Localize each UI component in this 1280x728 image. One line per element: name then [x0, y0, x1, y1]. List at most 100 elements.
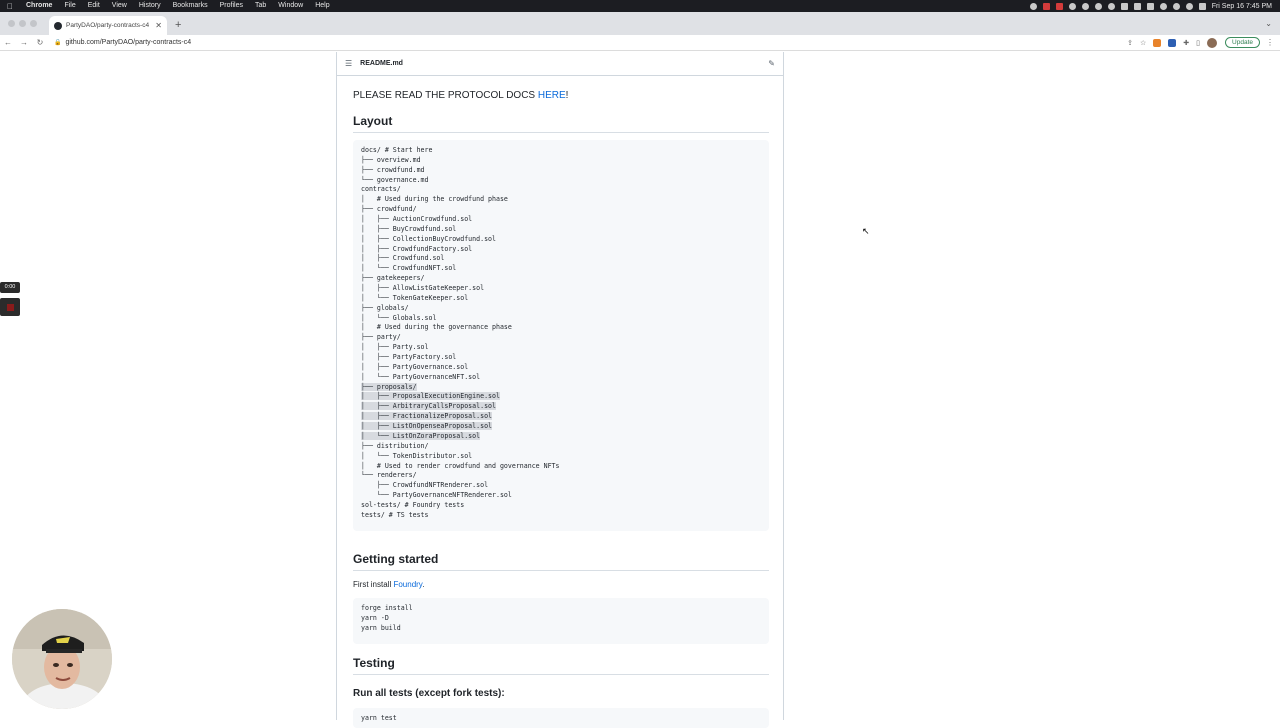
- tree-line-text: ├── overview.md: [361, 155, 421, 164]
- code-line: yarn -D: [361, 613, 389, 622]
- tree-line-text: │ ├── ProposalExecutionEngine.sol: [361, 392, 500, 401]
- menu-view[interactable]: View: [106, 0, 133, 12]
- tab-search-icon[interactable]: ⌄: [1257, 12, 1280, 35]
- side-panel-icon[interactable]: ▯: [1196, 39, 1200, 47]
- edit-pencil-icon[interactable]: ✎: [768, 59, 775, 68]
- cloud-status-icon[interactable]: [1107, 2, 1115, 10]
- control-center-icon[interactable]: [1198, 2, 1206, 10]
- reload-icon[interactable]: ↻: [32, 38, 48, 47]
- screen-status-icon[interactable]: [1146, 2, 1154, 10]
- tree-line: docs/ # Start here: [361, 146, 761, 156]
- tree-line: │ └── ListOnZoraProposal.sol: [361, 431, 761, 442]
- wifi-icon[interactable]: [1172, 2, 1180, 10]
- menu-help[interactable]: Help: [309, 0, 335, 12]
- puzzle-extensions-icon[interactable]: ✚: [1183, 39, 1189, 47]
- tree-line: ├── gatekeepers/: [361, 274, 761, 284]
- new-tab-button[interactable]: +: [167, 16, 189, 35]
- menu-window[interactable]: Window: [272, 0, 309, 12]
- share-icon[interactable]: ⇪: [1127, 39, 1133, 47]
- zoom-window-button[interactable]: [30, 20, 37, 27]
- macos-menubar:  Chrome File Edit View History Bookmark…: [0, 0, 1280, 12]
- update-button[interactable]: Update: [1225, 37, 1260, 48]
- tree-line-text: ├── crowdfund.md: [361, 165, 425, 174]
- docs-here-link[interactable]: HERE: [538, 90, 566, 101]
- back-arrow-icon[interactable]: ←: [0, 38, 16, 47]
- code-line: yarn build: [361, 623, 401, 632]
- shield-status-icon[interactable]: [1042, 2, 1050, 10]
- tree-line: │ ├── FractionalizeProposal.sol: [361, 412, 761, 422]
- address-bar[interactable]: 🔒 github.com/PartyDAO/party-contracts-c4: [54, 36, 1121, 49]
- menu-bookmarks[interactable]: Bookmarks: [167, 0, 214, 12]
- browser-toolbar: ← → ↻ 🔒 github.com/PartyDAO/party-contra…: [0, 35, 1280, 51]
- search-status-icon[interactable]: [1185, 2, 1193, 10]
- menu-edit[interactable]: Edit: [82, 0, 106, 12]
- stop-recording-button[interactable]: [0, 298, 20, 316]
- menu-profiles[interactable]: Profiles: [214, 0, 249, 12]
- recording-status-icon[interactable]: [1055, 2, 1063, 10]
- menubar-clock[interactable]: Fri Sep 16 7:45 PM: [1212, 3, 1272, 10]
- menu-history[interactable]: History: [133, 0, 167, 12]
- tree-line-text: │ ├── Party.sol: [361, 343, 429, 352]
- menu-file[interactable]: File: [58, 0, 81, 12]
- gear-status-icon[interactable]: [1029, 2, 1037, 10]
- minimize-window-button[interactable]: [19, 20, 26, 27]
- tab-title: PartyDAO/party-contracts-c4: [66, 22, 150, 29]
- webcam-overlay: [12, 609, 112, 709]
- apple-icon[interactable]: : [0, 2, 20, 11]
- tree-line-text: │ └── TokenDistributor.sol: [361, 451, 473, 460]
- tree-line-text: │ # Used during the crowdfund phase: [361, 195, 508, 204]
- person-status-icon[interactable]: [1094, 2, 1102, 10]
- tree-line-text: ├── distribution/: [361, 441, 429, 450]
- menu-tab[interactable]: Tab: [249, 0, 272, 12]
- status-area: Fri Sep 16 7:45 PM: [1029, 2, 1280, 10]
- tree-line: │ └── Globals.sol: [361, 314, 761, 324]
- extension-icon[interactable]: [1168, 38, 1177, 47]
- bookmark-star-icon[interactable]: ☆: [1140, 39, 1146, 47]
- tree-line-text: │ └── TokenGateKeeper.sol: [361, 293, 469, 302]
- foundry-link[interactable]: Foundry: [393, 580, 422, 589]
- install-suffix: .: [422, 580, 425, 589]
- close-window-button[interactable]: [8, 20, 15, 27]
- tree-line-text: │ ├── PartyFactory.sol: [361, 353, 457, 362]
- tree-line: │ └── PartyGovernanceNFT.sol: [361, 373, 761, 383]
- profile-avatar[interactable]: [1207, 37, 1218, 48]
- tree-line: │ ├── CrowdfundFactory.sol: [361, 245, 761, 255]
- display-status-icon[interactable]: [1133, 2, 1141, 10]
- tree-line-text: sol-tests/ # Foundry tests: [361, 500, 465, 509]
- forward-arrow-icon[interactable]: →: [16, 38, 32, 47]
- tree-line: │ └── TokenGateKeeper.sol: [361, 294, 761, 304]
- tree-line: │ ├── Party.sol: [361, 343, 761, 353]
- tree-line: ├── overview.md: [361, 156, 761, 166]
- tree-line: └── PartyGovernanceNFTRenderer.sol: [361, 491, 761, 501]
- timer-status-icon[interactable]: [1081, 2, 1089, 10]
- url-text[interactable]: github.com/PartyDAO/party-contracts-c4: [65, 39, 191, 46]
- recording-timer: 0:00: [0, 282, 20, 293]
- install-text: First install: [353, 580, 394, 589]
- code-line: forge install: [361, 604, 413, 612]
- tree-line-text: docs/ # Start here: [361, 146, 433, 154]
- battery-status-icon[interactable]: [1120, 2, 1128, 10]
- tree-line-text: contracts/: [361, 185, 401, 194]
- tree-line: │ ├── ProposalExecutionEngine.sol: [361, 392, 761, 402]
- tree-line-text: ├── crowdfund/: [361, 205, 417, 214]
- play-status-icon[interactable]: [1068, 2, 1076, 10]
- browser-tab-active[interactable]: PartyDAO/party-contracts-c4 ✕: [49, 16, 167, 35]
- more-menu-icon[interactable]: ⋮: [1266, 38, 1274, 47]
- clock-status-icon[interactable]: [1159, 2, 1167, 10]
- metamask-extension-icon[interactable]: [1153, 38, 1162, 47]
- tree-line-text: │ └── Globals.sol: [361, 313, 437, 322]
- table-of-contents-icon[interactable]: ☰: [345, 59, 352, 68]
- tree-line: contracts/: [361, 185, 761, 195]
- tree-line: │ # Used during the governance phase: [361, 323, 761, 333]
- menu-app-name[interactable]: Chrome: [20, 0, 58, 12]
- tree-line: │ ├── PartyGovernance.sol: [361, 363, 761, 373]
- close-tab-icon[interactable]: ✕: [155, 21, 162, 30]
- github-favicon-icon: [54, 21, 62, 30]
- notice-suffix: !: [565, 90, 569, 101]
- tree-line-text: │ ├── AllowListGateKeeper.sol: [361, 284, 485, 293]
- tree-line: └── renderers/: [361, 471, 761, 481]
- tree-line-text: ├── proposals/: [361, 382, 417, 391]
- tree-line-text: tests/ # TS tests: [361, 510, 429, 519]
- lock-icon[interactable]: 🔒: [54, 39, 61, 46]
- layout-code-block: docs/ # Start here ├── overview.md ├── cro…: [353, 140, 769, 531]
